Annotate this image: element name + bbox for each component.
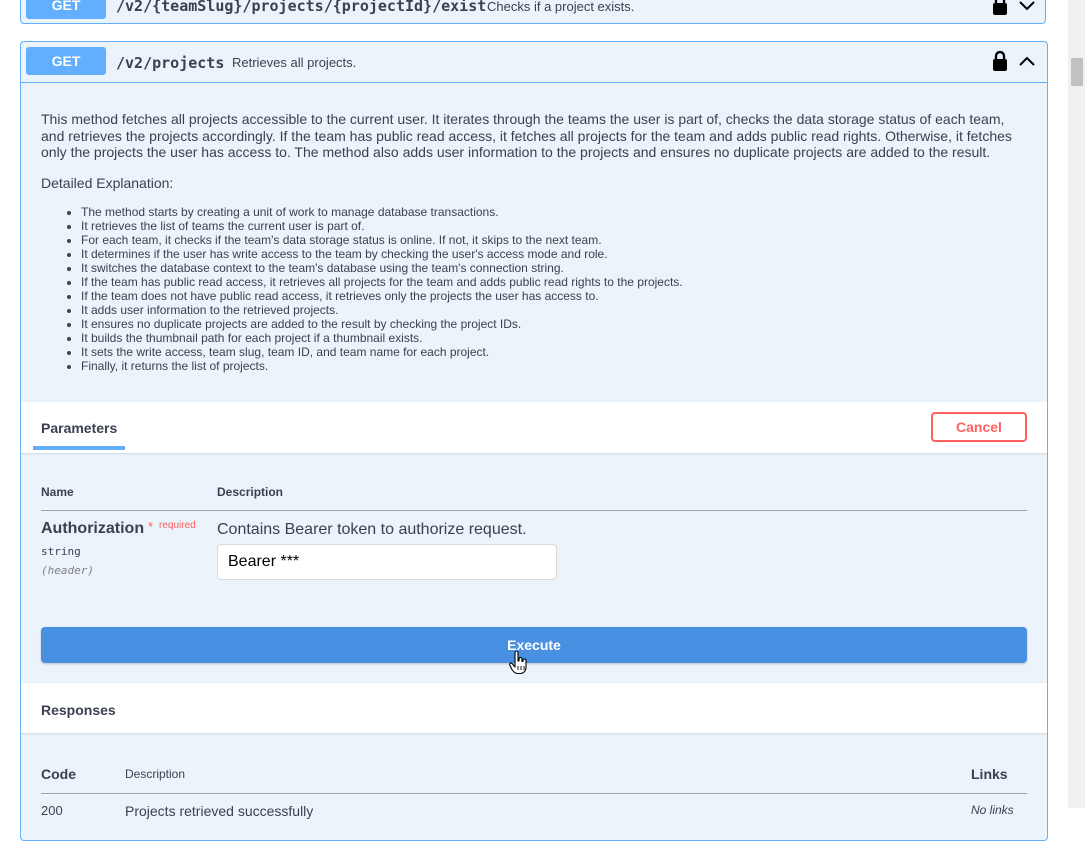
- list-item: The method starts by creating a unit of …: [81, 205, 1031, 219]
- column-header-name: Name: [41, 485, 74, 499]
- column-header-description: Description: [125, 767, 186, 781]
- execute-button[interactable]: Execute: [41, 627, 1027, 663]
- list-item: It sets the write access, team slug, tea…: [81, 345, 1031, 359]
- required-star: *: [148, 519, 154, 534]
- responses-title: Responses: [41, 702, 116, 718]
- parameters-header: Parameters Cancel: [21, 402, 1047, 453]
- list-item: It ensures no duplicate projects are add…: [81, 317, 1031, 331]
- scrollbar-thumb[interactable]: [1071, 58, 1083, 86]
- chevron-up-icon[interactable]: [1017, 51, 1037, 76]
- detail-list: The method starts by creating a unit of …: [41, 205, 1031, 373]
- operation-description: This method fetches all projects accessi…: [41, 111, 1031, 373]
- cancel-button[interactable]: Cancel: [931, 412, 1027, 442]
- list-item: It adds user information to the retrieve…: [81, 303, 1031, 317]
- response-description: Projects retrieved successfully: [125, 803, 314, 819]
- chevron-down-icon[interactable]: [1017, 0, 1037, 20]
- lock-icon[interactable]: [992, 50, 1008, 76]
- parameter-type: string: [41, 545, 81, 558]
- tab-parameters[interactable]: Parameters: [41, 420, 117, 436]
- parameter-name: Authorization: [41, 520, 145, 537]
- tab-indicator: [33, 446, 125, 450]
- divider: [41, 510, 1027, 511]
- operation-summary-bar[interactable]: GET /v2/projects Retrieves all projects.: [21, 42, 1047, 83]
- operation-path: /v2/projects: [116, 54, 225, 72]
- method-badge: GET: [26, 47, 106, 75]
- required-label: required: [159, 520, 196, 531]
- list-item: If the team does not have public read ac…: [81, 289, 1031, 303]
- list-item: If the team has public read access, it r…: [81, 275, 1031, 289]
- list-item: It retrieves the list of teams the curre…: [81, 219, 1031, 233]
- parameter-location: (header): [41, 564, 94, 577]
- list-item: It builds the thumbnail path for each pr…: [81, 331, 1031, 345]
- list-item: It determines if the user has write acce…: [81, 247, 1031, 261]
- responses-header: Responses: [21, 683, 1047, 733]
- operation-get-project-exists[interactable]: GET /v2/{teamSlug}/projects/{projectId}/…: [20, 0, 1046, 24]
- detail-heading: Detailed Explanation:: [41, 174, 174, 191]
- scrollbar[interactable]: [1068, 0, 1085, 808]
- parameter-description: Contains Bearer token to authorize reque…: [217, 521, 527, 538]
- column-header-code: Code: [41, 766, 76, 782]
- list-item: For each team, it checks if the team's d…: [81, 233, 1031, 247]
- method-badge: GET: [26, 0, 106, 19]
- operation-summary: Checks if a project exists.: [487, 0, 635, 14]
- operation-path: /v2/{teamSlug}/projects/{projectId}/exis…: [116, 0, 487, 15]
- response-code: 200: [41, 803, 63, 818]
- list-item: It switches the database context to the …: [81, 261, 1031, 275]
- lock-icon[interactable]: [992, 0, 1008, 20]
- operation-summary: Retrieves all projects.: [232, 55, 357, 70]
- list-item: Finally, it returns the list of projects…: [81, 359, 1031, 373]
- divider: [41, 793, 1027, 794]
- authorization-input[interactable]: [217, 544, 557, 580]
- operation-get-projects: GET /v2/projects Retrieves all projects.…: [20, 41, 1048, 841]
- column-header-links: Links: [971, 766, 1008, 782]
- description-text: This method fetches all projects accessi…: [41, 111, 1012, 160]
- column-header-description: Description: [217, 485, 284, 499]
- response-links: No links: [971, 803, 1014, 817]
- hand-pointer-icon: [509, 650, 529, 680]
